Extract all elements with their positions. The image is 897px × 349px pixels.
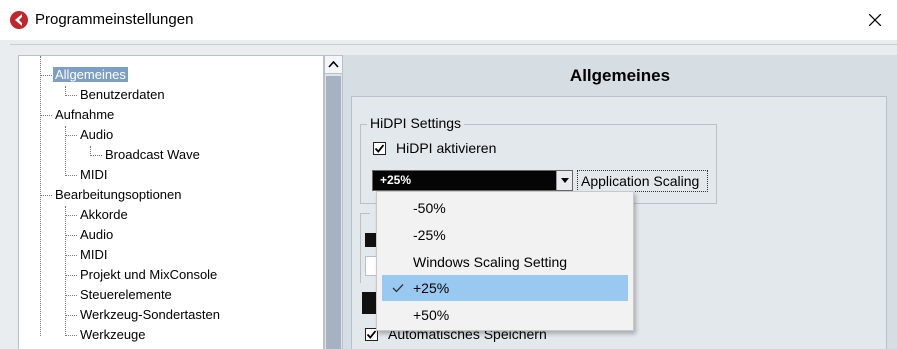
scaling-dropdown-menu: -50% -25% Windows Scaling Setting +25% +… <box>376 191 634 331</box>
checkmark-icon <box>374 144 385 153</box>
option-label: Windows Scaling Setting <box>413 254 568 270</box>
option-label: +50% <box>413 307 450 323</box>
tree-item-projekt-mixconsole[interactable]: Projekt und MixConsole <box>78 265 219 285</box>
tree-item-label: Broadcast Wave <box>105 147 200 162</box>
option-label: +25% <box>413 280 450 296</box>
tree-item-label: Projekt und MixConsole <box>80 267 218 282</box>
close-icon <box>868 14 881 26</box>
tree-connector <box>65 235 77 236</box>
tree-item-broadcast-wave[interactable]: Broadcast Wave <box>103 145 202 165</box>
chevron-down-icon <box>560 178 569 183</box>
tree-connector <box>65 255 77 256</box>
tree-item-benutzerdaten[interactable]: Benutzerdaten <box>78 85 167 105</box>
tree-item-aufnahme-midi[interactable]: MIDI <box>78 165 109 185</box>
tree-item-bearbeitung-audio[interactable]: Audio <box>78 225 115 245</box>
tree-item-aufnahme[interactable]: Aufnahme <box>53 105 116 125</box>
window-title: Programmeinstellungen <box>35 11 194 28</box>
dropdown-option-plus-50[interactable]: +50% <box>382 302 628 328</box>
chevron-up-icon <box>328 61 339 68</box>
scroll-up-button[interactable] <box>325 56 342 74</box>
tree-item-label: Benutzerdaten <box>80 87 165 102</box>
tree-item-label: Aufnahme <box>55 107 115 122</box>
dropdown-option-minus-50[interactable]: -50% <box>382 195 628 221</box>
page-title: Allgemeines <box>569 66 671 85</box>
dropdown-arrow-button[interactable] <box>556 171 572 190</box>
hidden-control <box>362 292 377 314</box>
tree-item-steuerelemente[interactable]: Steuerelemente <box>78 285 174 305</box>
tree-item-label: Allgemeines <box>53 67 128 82</box>
tree-item-label: Werkzeug-Sondertasten <box>80 307 220 322</box>
option-label: -50% <box>413 200 446 216</box>
tree-item-label: Audio <box>80 127 114 142</box>
tree-item-werkzeug-sondertasten[interactable]: Werkzeug-Sondertasten <box>78 305 222 325</box>
tree-connector <box>65 275 77 276</box>
hidpi-checkbox[interactable] <box>373 142 386 155</box>
hidpi-group-label: HiDPI Settings <box>367 115 465 131</box>
dropdown-option-windows-scaling[interactable]: Windows Scaling Setting <box>382 249 628 275</box>
tree-connector <box>65 215 77 216</box>
tree-item-label: MIDI <box>80 167 108 182</box>
tree-connector <box>65 315 77 316</box>
tree-item-label: MIDI <box>80 247 108 262</box>
option-label: -25% <box>413 227 446 243</box>
tree-item-akkorde[interactable]: Akkorde <box>78 205 130 225</box>
tree-connector <box>65 135 77 136</box>
tree-scrollbar[interactable] <box>324 55 343 349</box>
tree-connector <box>40 75 52 76</box>
settings-tree[interactable]: Allgemeines Benutzerdaten Aufnahme Audio… <box>18 55 324 349</box>
tree-connector <box>40 195 52 196</box>
tree-item-label: Akkorde <box>80 207 128 222</box>
dropdown-option-minus-25[interactable]: -25% <box>382 222 628 248</box>
tree-connector <box>65 335 77 336</box>
tree-item-bearbeitungsoptionen[interactable]: Bearbeitungsoptionen <box>53 185 184 205</box>
close-button[interactable] <box>852 0 897 40</box>
cubase-logo-icon <box>9 10 29 30</box>
tree-item-werkzeuge[interactable]: Werkzeuge <box>78 325 148 345</box>
scaling-value: +25% <box>380 173 412 187</box>
tree-connector <box>40 115 52 116</box>
tree-connector <box>65 126 66 176</box>
tree-connector <box>65 295 77 296</box>
divider <box>10 44 897 45</box>
tree-item-label: Werkzeuge <box>80 327 146 342</box>
hidpi-checkbox-label: HiDPI aktivieren <box>396 140 497 156</box>
tree-connector <box>65 95 77 96</box>
scroll-thumb[interactable] <box>326 76 341 349</box>
tree-connector <box>65 206 66 336</box>
application-scaling-button[interactable]: Application Scaling <box>577 170 708 192</box>
tree-connector <box>90 155 102 156</box>
tree-item-bearbeitung-midi[interactable]: MIDI <box>78 245 109 265</box>
title-bar: Programmeinstellungen <box>0 0 897 40</box>
dropdown-option-plus-25[interactable]: +25% <box>382 275 628 301</box>
tree-item-allgemeines[interactable]: Allgemeines <box>53 65 128 85</box>
scaling-combobox[interactable]: +25% <box>372 170 573 191</box>
tree-connector <box>40 56 41 336</box>
tree-connector <box>65 175 77 176</box>
tree-item-label: Audio <box>80 227 114 242</box>
tree-item-aufnahme-audio[interactable]: Audio <box>78 125 115 145</box>
tree-item-label: Bearbeitungsoptionen <box>55 187 182 202</box>
tree-item-label: Steuerelemente <box>80 287 172 302</box>
